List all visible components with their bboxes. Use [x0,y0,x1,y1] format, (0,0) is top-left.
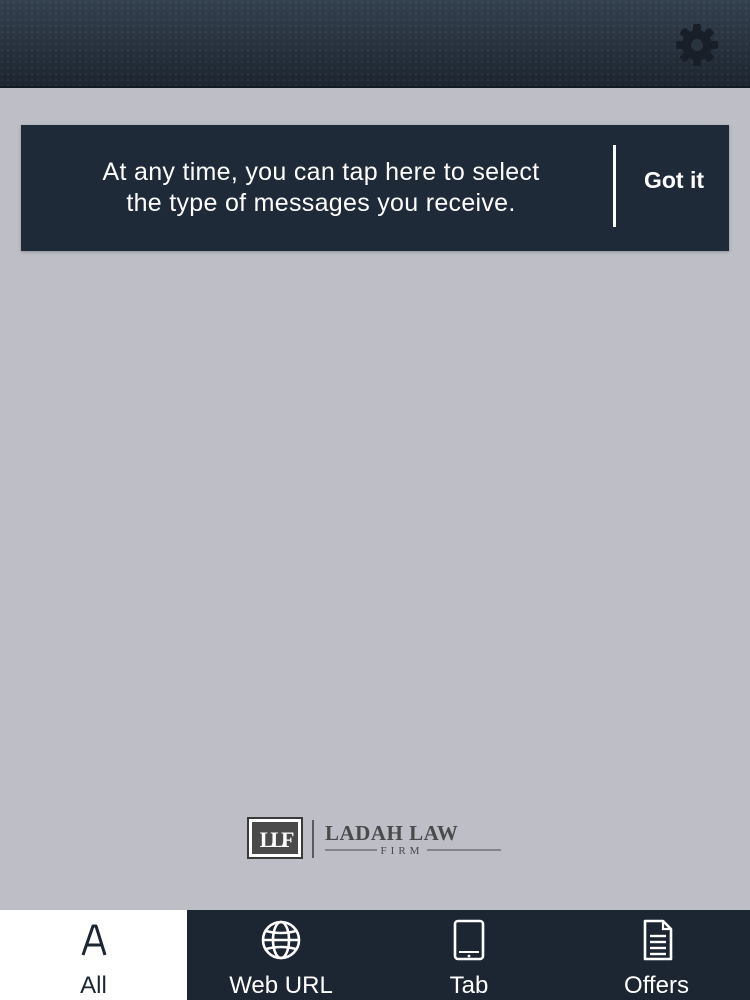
document-icon [637,918,677,962]
tooltip-line-2: the type of messages you receive. [126,189,516,217]
tab-all[interactable]: All [0,910,187,1000]
gear-icon [676,24,718,66]
tab-label-offers: Offers [624,972,689,999]
globe-icon [258,918,304,962]
logo-name: LADAH LAW [325,821,458,845]
tab-web-url[interactable]: Web URL [187,910,375,1000]
tab-tab[interactable]: Tab [375,910,563,1000]
got-it-button[interactable]: Got it [619,125,729,235]
settings-button[interactable] [674,22,720,68]
tooltip-line-1: At any time, you can tap here to select [102,158,540,186]
top-app-bar [0,0,750,88]
tablet-icon [449,918,489,962]
tab-offers[interactable]: Offers [563,910,750,1000]
tab-label-web-url: Web URL [229,972,333,999]
letter-a-icon [74,918,114,962]
logo-subtitle: FIRM [381,845,424,857]
logo-monogram: LLF [260,827,294,852]
bottom-navigation: All Web URL Tab Offers [0,910,750,1000]
ladah-law-firm-logo: LLF LADAH LAW FIRM [247,817,501,859]
onboarding-tooltip: At any time, you can tap here to select … [21,125,729,251]
tooltip-message: At any time, you can tap here to select … [41,125,601,251]
tooltip-divider [613,145,616,227]
tab-label-all: All [80,972,107,999]
tab-label-tab: Tab [449,972,489,999]
